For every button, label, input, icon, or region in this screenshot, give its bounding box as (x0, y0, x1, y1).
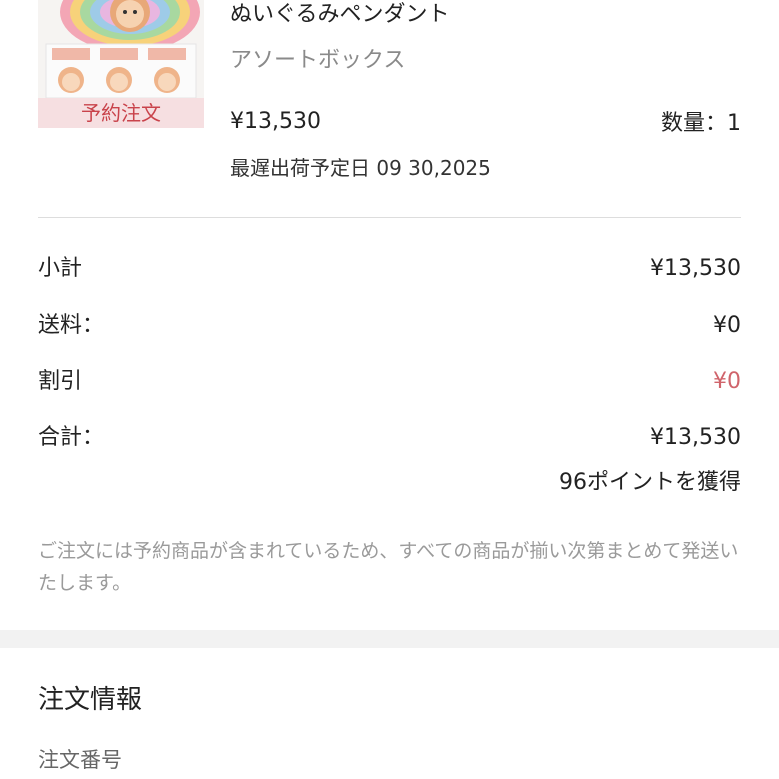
latest-ship-date: 最遅出荷予定日 09 30,2025 (230, 156, 491, 180)
subtotal-row: 小計 ¥13,530 (38, 253, 741, 285)
points-earned: 96ポイントを獲得 (559, 470, 741, 495)
product-thumbnail[interactable]: 予約注文 (38, 0, 204, 128)
section-separator (0, 630, 779, 648)
shipping-row: 送料： ¥0 (38, 310, 741, 342)
order-confirmation-page: 予約注文 ぬいぐるみペンダント アソートボックス ¥13,530 数量：1 最遅… (0, 0, 779, 779)
order-number-label: 注文番号 (38, 748, 122, 772)
order-info-title: 注文情報 (38, 685, 143, 715)
divider (38, 217, 741, 218)
product-variant: アソートボックス (230, 48, 406, 73)
subtotal-value: ¥13,530 (650, 256, 741, 281)
total-value: ¥13,530 (650, 425, 741, 450)
subtotal-label: 小計 (38, 256, 83, 281)
product-name[interactable]: ぬいぐるみペンダント (230, 0, 450, 30)
total-label: 合計： (38, 425, 105, 450)
product-price: ¥13,530 (230, 109, 321, 134)
shipping-label: 送料： (38, 313, 105, 338)
shipping-value: ¥0 (713, 313, 741, 338)
preorder-badge: 予約注文 (38, 98, 204, 128)
preorder-notice: ご注文には予約商品が含まれているため、すべての商品が揃い次第まとめて発送いたしま… (38, 540, 739, 594)
discount-value: ¥0 (713, 369, 741, 394)
discount-row: 割引 ¥0 (38, 366, 741, 398)
discount-label: 割引 (38, 369, 83, 394)
total-row: 合計： ¥13,530 (38, 422, 741, 454)
product-quantity: 数量：1 (661, 111, 741, 136)
